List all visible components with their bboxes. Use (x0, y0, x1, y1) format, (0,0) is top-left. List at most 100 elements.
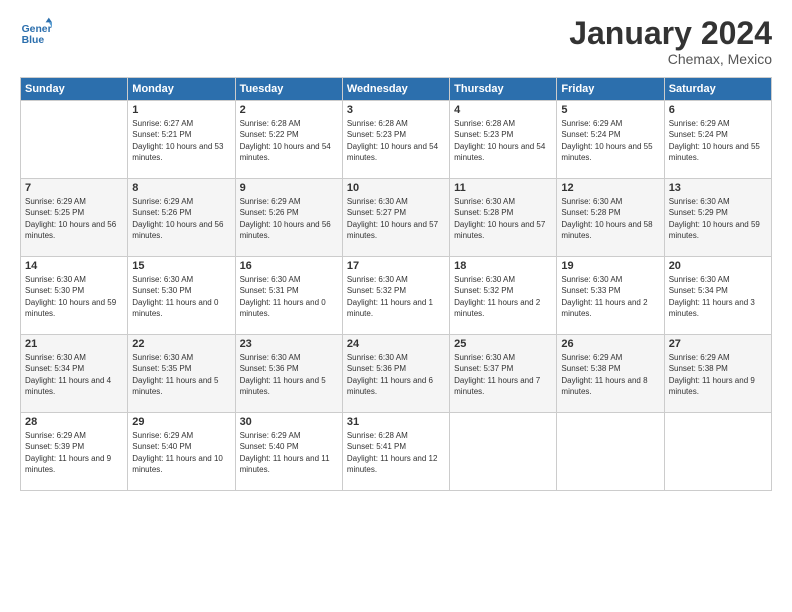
day-info: Sunrise: 6:30 AMSunset: 5:35 PMDaylight:… (132, 352, 230, 397)
logo: General Blue (20, 16, 52, 48)
day-number: 15 (132, 260, 230, 272)
col-saturday: Saturday (664, 78, 771, 101)
day-info: Sunrise: 6:29 AMSunset: 5:40 PMDaylight:… (240, 430, 338, 475)
svg-text:General: General (22, 24, 52, 35)
cell-w1-d4: 3 Sunrise: 6:28 AMSunset: 5:23 PMDaylight… (342, 101, 449, 179)
day-number: 21 (25, 338, 123, 350)
day-number: 9 (240, 182, 338, 194)
day-number: 13 (669, 182, 767, 194)
day-info: Sunrise: 6:30 AMSunset: 5:32 PMDaylight:… (454, 274, 552, 319)
day-number: 24 (347, 338, 445, 350)
day-info: Sunrise: 6:30 AMSunset: 5:34 PMDaylight:… (25, 352, 123, 397)
day-info: Sunrise: 6:27 AMSunset: 5:21 PMDaylight:… (132, 118, 230, 163)
day-info: Sunrise: 6:30 AMSunset: 5:27 PMDaylight:… (347, 196, 445, 241)
day-info: Sunrise: 6:30 AMSunset: 5:32 PMDaylight:… (347, 274, 445, 319)
cell-w4-d7: 27Sunrise: 6:29 AMSunset: 5:38 PMDayligh… (664, 335, 771, 413)
cell-w1-d5: 4Sunrise: 6:28 AMSunset: 5:23 PMDaylight… (450, 101, 557, 179)
col-tuesday: Tuesday (235, 78, 342, 101)
day-number: 1 (132, 104, 230, 116)
day-info: Sunrise: 6:29 AMSunset: 5:25 PMDaylight:… (25, 196, 123, 241)
day-number: 29 (132, 416, 230, 428)
cell-w1-d7: 6Sunrise: 6:29 AMSunset: 5:24 PMDaylight… (664, 101, 771, 179)
day-info: Sunrise: 6:29 AMSunset: 5:24 PMDaylight:… (561, 118, 659, 163)
day-info: Sunrise: 6:30 AMSunset: 5:29 PMDaylight:… (669, 196, 767, 241)
col-monday: Monday (128, 78, 235, 101)
day-info: Sunrise: 6:29 AMSunset: 5:26 PMDaylight:… (240, 196, 338, 241)
day-number: 2 (240, 104, 338, 116)
day-info: Sunrise: 6:30 AMSunset: 5:33 PMDaylight:… (561, 274, 659, 319)
day-number: 31 (347, 416, 445, 428)
cell-w5-d7 (664, 413, 771, 491)
day-info: Sunrise: 6:30 AMSunset: 5:31 PMDaylight:… (240, 274, 338, 319)
day-number: 25 (454, 338, 552, 350)
day-info: Sunrise: 6:30 AMSunset: 5:36 PMDaylight:… (240, 352, 338, 397)
day-info: Sunrise: 6:29 AMSunset: 5:26 PMDaylight:… (132, 196, 230, 241)
cell-w3-d5: 18 Sunrise: 6:30 AMSunset: 5:32 PMDayligh… (450, 257, 557, 335)
day-number: 12 (561, 182, 659, 194)
day-info: Sunrise: 6:30 AMSunset: 5:36 PMDaylight:… (347, 352, 445, 397)
day-number: 18 (454, 260, 552, 272)
day-info: Sunrise: 6:30 AMSunset: 5:28 PMDaylight:… (561, 196, 659, 241)
cell-w3-d2: 15 Sunrise: 6:30 AMSunset: 5:30 PMDayligh… (128, 257, 235, 335)
day-number: 10 (347, 182, 445, 194)
cell-w1-d3: 2Sunrise: 6:28 AMSunset: 5:22 PMDaylight… (235, 101, 342, 179)
location: Chemax, Mexico (569, 51, 772, 67)
week-row-3: 14 Sunrise: 6:30 AMSunset: 5:30 PMDayligh… (21, 257, 772, 335)
cell-w1-d1 (21, 101, 128, 179)
cell-w5-d3: 30Sunrise: 6:29 AMSunset: 5:40 PMDayligh… (235, 413, 342, 491)
cell-w1-d6: 5Sunrise: 6:29 AMSunset: 5:24 PMDaylight… (557, 101, 664, 179)
day-info: Sunrise: 6:30 AMSunset: 5:30 PMDaylight:… (25, 274, 123, 319)
day-number: 27 (669, 338, 767, 350)
cell-w2-d6: 12 Sunrise: 6:30 AMSunset: 5:28 PMDayligh… (557, 179, 664, 257)
cell-w2-d2: 8Sunrise: 6:29 AMSunset: 5:26 PMDaylight… (128, 179, 235, 257)
cell-w2-d5: 11 Sunrise: 6:30 AMSunset: 5:28 PMDayligh… (450, 179, 557, 257)
day-number: 22 (132, 338, 230, 350)
cell-w1-d2: 1 Sunrise: 6:27 AMSunset: 5:21 PMDaylight… (128, 101, 235, 179)
day-number: 28 (25, 416, 123, 428)
cell-w4-d4: 24 Sunrise: 6:30 AMSunset: 5:36 PMDayligh… (342, 335, 449, 413)
cell-w5-d1: 28 Sunrise: 6:29 AMSunset: 5:39 PMDayligh… (21, 413, 128, 491)
cell-w5-d5 (450, 413, 557, 491)
day-info: Sunrise: 6:29 AMSunset: 5:24 PMDaylight:… (669, 118, 767, 163)
cell-w3-d6: 19 Sunrise: 6:30 AMSunset: 5:33 PMDayligh… (557, 257, 664, 335)
week-row-2: 7 Sunrise: 6:29 AMSunset: 5:25 PMDaylight… (21, 179, 772, 257)
cell-w2-d1: 7 Sunrise: 6:29 AMSunset: 5:25 PMDaylight… (21, 179, 128, 257)
day-info: Sunrise: 6:30 AMSunset: 5:30 PMDaylight:… (132, 274, 230, 319)
cell-w3-d4: 17Sunrise: 6:30 AMSunset: 5:32 PMDayligh… (342, 257, 449, 335)
col-friday: Friday (557, 78, 664, 101)
day-number: 26 (561, 338, 659, 350)
calendar-page: General Blue January 2024 Chemax, Mexico… (0, 0, 792, 612)
calendar-table: Sunday Monday Tuesday Wednesday Thursday… (20, 77, 772, 491)
cell-w2-d3: 9 Sunrise: 6:29 AMSunset: 5:26 PMDaylight… (235, 179, 342, 257)
day-info: Sunrise: 6:30 AMSunset: 5:28 PMDaylight:… (454, 196, 552, 241)
header-row: Sunday Monday Tuesday Wednesday Thursday… (21, 78, 772, 101)
svg-text:Blue: Blue (22, 35, 45, 46)
header: General Blue January 2024 Chemax, Mexico (20, 16, 772, 67)
cell-w4-d3: 23Sunrise: 6:30 AMSunset: 5:36 PMDayligh… (235, 335, 342, 413)
day-number: 11 (454, 182, 552, 194)
cell-w2-d4: 10 Sunrise: 6:30 AMSunset: 5:27 PMDayligh… (342, 179, 449, 257)
day-info: Sunrise: 6:28 AMSunset: 5:41 PMDaylight:… (347, 430, 445, 475)
cell-w4-d5: 25Sunrise: 6:30 AMSunset: 5:37 PMDayligh… (450, 335, 557, 413)
logo-icon: General Blue (20, 16, 52, 48)
cell-w5-d6 (557, 413, 664, 491)
day-number: 20 (669, 260, 767, 272)
day-info: Sunrise: 6:29 AMSunset: 5:40 PMDaylight:… (132, 430, 230, 475)
cell-w4-d1: 21 Sunrise: 6:30 AMSunset: 5:34 PMDayligh… (21, 335, 128, 413)
day-number: 19 (561, 260, 659, 272)
col-sunday: Sunday (21, 78, 128, 101)
week-row-5: 28 Sunrise: 6:29 AMSunset: 5:39 PMDayligh… (21, 413, 772, 491)
cell-w3-d1: 14 Sunrise: 6:30 AMSunset: 5:30 PMDayligh… (21, 257, 128, 335)
day-number: 7 (25, 182, 123, 194)
day-info: Sunrise: 6:30 AMSunset: 5:34 PMDaylight:… (669, 274, 767, 319)
month-title: January 2024 (569, 16, 772, 51)
day-info: Sunrise: 6:29 AMSunset: 5:39 PMDaylight:… (25, 430, 123, 475)
week-row-4: 21 Sunrise: 6:30 AMSunset: 5:34 PMDayligh… (21, 335, 772, 413)
day-number: 16 (240, 260, 338, 272)
day-number: 3 (347, 104, 445, 116)
day-info: Sunrise: 6:29 AMSunset: 5:38 PMDaylight:… (561, 352, 659, 397)
col-wednesday: Wednesday (342, 78, 449, 101)
day-info: Sunrise: 6:28 AMSunset: 5:23 PMDaylight:… (347, 118, 445, 163)
cell-w5-d2: 29 Sunrise: 6:29 AMSunset: 5:40 PMDayligh… (128, 413, 235, 491)
day-number: 14 (25, 260, 123, 272)
